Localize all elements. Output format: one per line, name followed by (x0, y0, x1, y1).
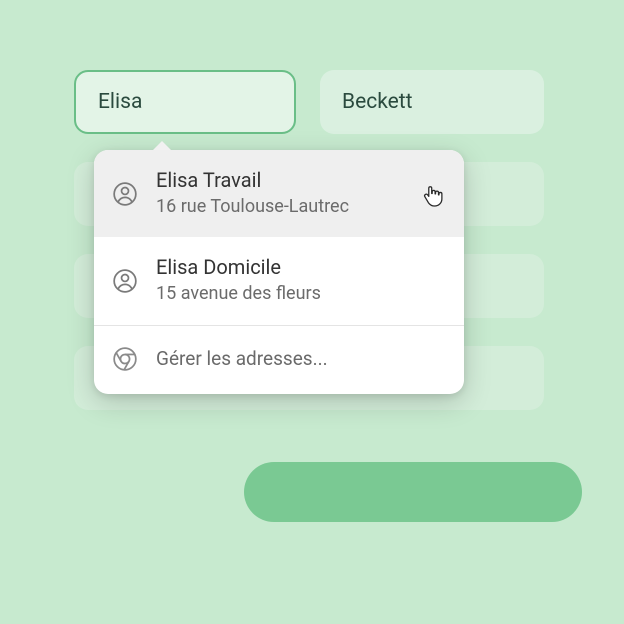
autofill-item[interactable]: Elisa Domicile 15 avenue des fleurs (94, 237, 464, 324)
autofill-item-sub: 16 rue Toulouse-Lautrec (156, 195, 444, 219)
autofill-item-sub: 15 avenue des fleurs (156, 282, 444, 306)
first-name-input[interactable]: Elisa (74, 70, 296, 134)
last-name-value: Beckett (342, 90, 413, 114)
person-icon (112, 181, 138, 207)
first-name-value: Elisa (98, 90, 142, 114)
autofill-item-name: Elisa Travail (156, 168, 444, 193)
submit-button[interactable] (244, 462, 582, 522)
last-name-input[interactable]: Beckett (320, 70, 544, 134)
autofill-dropdown: Elisa Travail 16 rue Toulouse-Lautrec El… (94, 150, 464, 394)
manage-addresses-label: Gérer les adresses... (156, 347, 328, 370)
autofill-item-name: Elisa Domicile (156, 255, 444, 280)
manage-addresses-link[interactable]: Gérer les adresses... (94, 326, 464, 394)
autofill-item[interactable]: Elisa Travail 16 rue Toulouse-Lautrec (94, 150, 464, 237)
chrome-icon (112, 346, 138, 372)
person-icon (112, 268, 138, 294)
